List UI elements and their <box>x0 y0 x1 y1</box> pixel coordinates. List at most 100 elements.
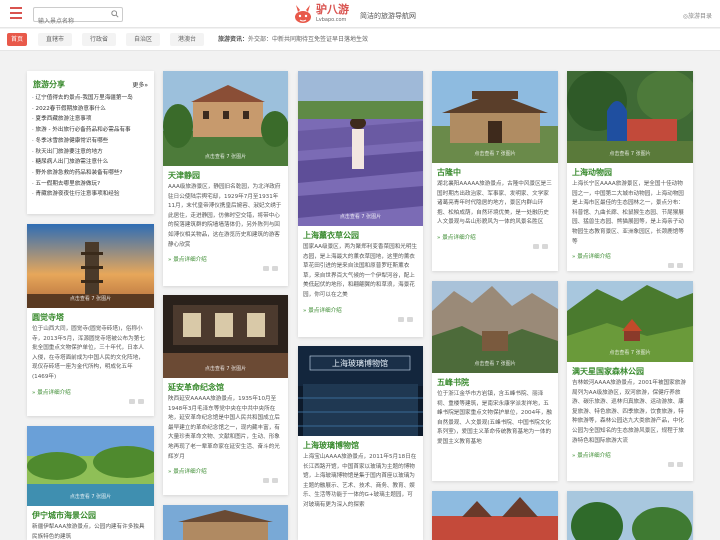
photo-caption: 点击查看 7 张图片 <box>474 151 516 157</box>
attraction-desc: 位于浙江金华市方岩镇，含五峰书院、丽泽祠、重楼等建筑，是南宋永康学派发祥地，五峰… <box>437 391 552 445</box>
search-input[interactable] <box>34 15 108 28</box>
attraction-card: 点击查看 7 张图片 古隆中 湖北襄阳AAAAA旅游景点，古隆中风景区是三国时期… <box>432 71 558 271</box>
attraction-card: 点击查看 7 张图片 延安革命纪念馆 陕西延安AAAAA旅游景点，1935年10… <box>163 295 288 495</box>
share-item[interactable]: · 旅游 - 外出旅行必备药品和必需品有事 <box>32 125 133 136</box>
nav-municipalities[interactable]: 直辖市 <box>38 33 73 46</box>
share-item[interactable]: · 夏季西藏旅游注意事项 <box>32 114 133 125</box>
nav-provinces[interactable]: 行政省 <box>82 33 117 46</box>
detail-link[interactable]: » 景点详细介绍 <box>32 388 71 396</box>
photo-caption: 点击查看 7 张图片 <box>204 366 247 372</box>
nav-home[interactable]: 首页 <box>7 33 27 46</box>
action-icons[interactable] <box>260 468 282 484</box>
news-text: 外交部：中新共同期待互免签证早日落地生效 <box>248 36 369 43</box>
detail-link[interactable]: » 景点详细介绍 <box>168 467 207 475</box>
photo-caption: 点击查看 7 张图片 <box>609 350 651 356</box>
donkey-logo-icon <box>295 5 311 23</box>
attraction-photo[interactable]: 点击查看 7 张图片 <box>163 295 288 378</box>
attraction-photo[interactable]: 点击查看 7 张图片 <box>298 71 423 226</box>
attraction-card: 上海玻璃博物馆 上海玻璃博物馆 上海宝山AAAA旅游景点，2011年5月18日在… <box>298 346 423 540</box>
attraction-photo[interactable]: 点击查看 7 张图片 <box>567 71 693 163</box>
share-item[interactable]: · 野外旅游急救的药品和装备有哪些? <box>32 168 133 179</box>
attraction-title[interactable]: 上海动物园 <box>572 166 688 179</box>
news-label: 旅游资讯： <box>218 36 249 43</box>
top-header: 驴八游 Lvbapo.com 简洁的旅游导航网 ◎旅游目录 <box>0 0 720 28</box>
photo-caption: 点击查看 7 张图片 <box>69 494 112 500</box>
detail-link[interactable]: » 景点详细介绍 <box>303 306 342 314</box>
attraction-photo[interactable]: 点击查看 7 张图片 <box>567 281 693 362</box>
site-slogan: 简洁的旅游导航网 <box>360 12 416 20</box>
search-icon[interactable] <box>111 10 119 18</box>
logo-url: Lvbapo.com <box>316 17 347 23</box>
attraction-photo[interactable]: 点击查看 7 张图片 <box>27 426 154 506</box>
attraction-desc: 陕西延安AAAAA旅游景点，1935年10月至1948年3月毛泽东等党中央在中共… <box>168 396 280 460</box>
detail-link[interactable]: » 景点详细介绍 <box>572 252 611 260</box>
action-icons[interactable] <box>126 389 148 404</box>
attraction-desc: 新疆伊犁AAA旅游景点，公园内建有许多独具民族特色的建筑 <box>32 524 145 540</box>
share-more-link[interactable]: 更多» <box>132 80 148 89</box>
nav-hk-macao-tw[interactable]: 港澳台 <box>170 33 205 46</box>
category-nav: 首页 直辖市 行政省 自治区 港澳台 旅游资讯：外交部：中新共同期待互免签证早日… <box>0 29 720 51</box>
attraction-title[interactable]: 满天星国家森林公园 <box>572 365 688 378</box>
detail-link[interactable]: » 景点详细介绍 <box>572 451 611 459</box>
attraction-title[interactable]: 古隆中 <box>437 166 553 179</box>
attraction-card: 点击查看 7 张图片 圆觉寺塔 位于山西大同，圆觉寺(圆觉寺砖塔)，俗称小寺，2… <box>27 224 154 416</box>
photo-caption: 点击查看 7 张图片 <box>474 361 516 367</box>
attraction-card: 点击查看 7 张图片 上海动物园 上海长宁区AAAA旅游景区，是全国十佳动物园之… <box>567 71 693 271</box>
attraction-photo[interactable]: 点击查看 7 张图片 <box>163 71 288 166</box>
nav-autonomous[interactable]: 自治区 <box>126 33 161 46</box>
attraction-photo[interactable] <box>163 505 288 540</box>
action-icons[interactable] <box>665 253 687 269</box>
menu-icon[interactable] <box>10 7 22 19</box>
attraction-title[interactable]: 伊宁城市海景公园 <box>32 509 149 522</box>
share-item[interactable]: · 冬季冰雪旅游健康常识有哪些 <box>32 136 133 147</box>
attraction-photo[interactable]: 点击查看 7 张图片 <box>432 281 558 373</box>
attraction-title[interactable]: 延安革命纪念馆 <box>168 381 283 394</box>
attraction-title[interactable]: 五峰书院 <box>437 376 553 389</box>
attraction-photo[interactable]: 上海玻璃博物馆 <box>298 346 423 436</box>
svg-text:上海玻璃博物馆: 上海玻璃博物馆 <box>332 358 388 368</box>
travel-share-panel: 旅游分享 更多» · 辽宁值得去的景点-我国万里海疆第一岛 · 2022春节假期… <box>27 71 154 214</box>
action-icons[interactable] <box>665 452 687 468</box>
site-logo[interactable]: 驴八游 Lvbapo.com <box>292 3 356 27</box>
attraction-card: 点击查看 7 张图片 上海薰衣草公园 国家AA级景区，两为聚郑利变香菜园和光明生… <box>298 71 423 337</box>
attraction-title[interactable]: 圆觉寺塔 <box>32 311 149 324</box>
action-icons[interactable] <box>395 307 417 322</box>
detail-link[interactable]: » 景点详细介绍 <box>437 233 476 241</box>
detail-link[interactable]: » 景点详细介绍 <box>168 255 207 263</box>
share-item[interactable]: · 青藏旅游夜夜住行注意事项和经验 <box>32 189 133 200</box>
attraction-title[interactable]: 上海玻璃博物馆 <box>303 439 418 452</box>
share-item[interactable]: · 糖尿病人出门旅游需注意什么 <box>32 157 133 168</box>
action-icons[interactable] <box>530 234 552 249</box>
attraction-photo[interactable]: 点击查看 7 张图片 <box>432 71 558 163</box>
attraction-title[interactable]: 天津静园 <box>168 169 283 182</box>
photo-caption: 点击查看 7 张图片 <box>204 154 247 160</box>
attraction-photo[interactable] <box>432 491 558 540</box>
logo-text: 驴八游 <box>316 3 349 16</box>
attraction-card <box>163 505 288 540</box>
share-item[interactable]: · 五一假期去哪里旅游做玩? <box>32 179 133 190</box>
directory-link[interactable]: ◎旅游目录 <box>683 11 712 20</box>
attraction-photo[interactable] <box>567 491 693 540</box>
attraction-desc: 位于山西大同，圆觉寺(圆觉寺砖塔)，俗称小寺，2013年5月，浑源圆觉寺塔被公布… <box>32 326 145 380</box>
share-item[interactable]: · 2022春节假期旅游意事什么 <box>32 104 133 115</box>
photo-caption: 点击查看 7 张图片 <box>609 151 651 157</box>
share-item[interactable]: · 秋天出门旅游要注意的地方 <box>32 147 133 158</box>
photo-caption: 点击查看 7 张图片 <box>69 296 112 302</box>
attraction-desc: 吉林蛟河AAAA旅游景点，2001年被国家旅游局列为AA级旅游区，双河旅游，保健… <box>572 380 686 444</box>
attraction-card <box>432 491 558 540</box>
attraction-card: 点击查看 7 张图片 五峰书院 位于浙江金华市方岩镇，含五峰书院、丽泽祠、重楼等… <box>432 281 558 481</box>
attraction-card: 点击查看 7 张图片 满天星国家森林公园 吉林蛟河AAAA旅游景点，2001年被… <box>567 281 693 481</box>
attraction-card <box>567 491 693 540</box>
attraction-desc: AAA级旅游景区，静园旧名乾园，为北洋政府驻日公使陆宗舆宅邸，1929年7月至1… <box>168 184 282 248</box>
attraction-card: 点击查看 7 张图片 伊宁城市海景公园 新疆伊犁AAA旅游景点，公园内建有许多独… <box>27 426 154 540</box>
news-ticker[interactable]: 旅游资讯：外交部：中新共同期待互免签证早日落地生效 <box>218 33 368 46</box>
attraction-title[interactable]: 上海薰衣草公园 <box>303 229 418 242</box>
attraction-photo[interactable]: 点击查看 7 张图片 <box>27 224 154 308</box>
attraction-card: 点击查看 7 张图片 天津静园 AAA级旅游景区，静园旧名乾园，为北洋政府驻日公… <box>163 71 288 286</box>
share-item[interactable]: · 辽宁值得去的景点-我国万里海疆第一岛 <box>32 93 133 104</box>
attraction-desc: 上海长宁区AAAA旅游景区，是全国十佳动物园之一，中国第二大城市动物园，上海动物… <box>572 181 684 245</box>
share-list: · 辽宁值得去的景点-我国万里海疆第一岛 · 2022春节假期旅游意事什么 · … <box>32 93 133 200</box>
attraction-desc: 上海宝山AAAA旅游景点，2011年5月18日在长江西路开馆，中国首家以玻璃为主… <box>303 454 417 508</box>
photo-caption: 点击查看 7 张图片 <box>339 214 382 220</box>
action-icons[interactable] <box>260 256 282 272</box>
